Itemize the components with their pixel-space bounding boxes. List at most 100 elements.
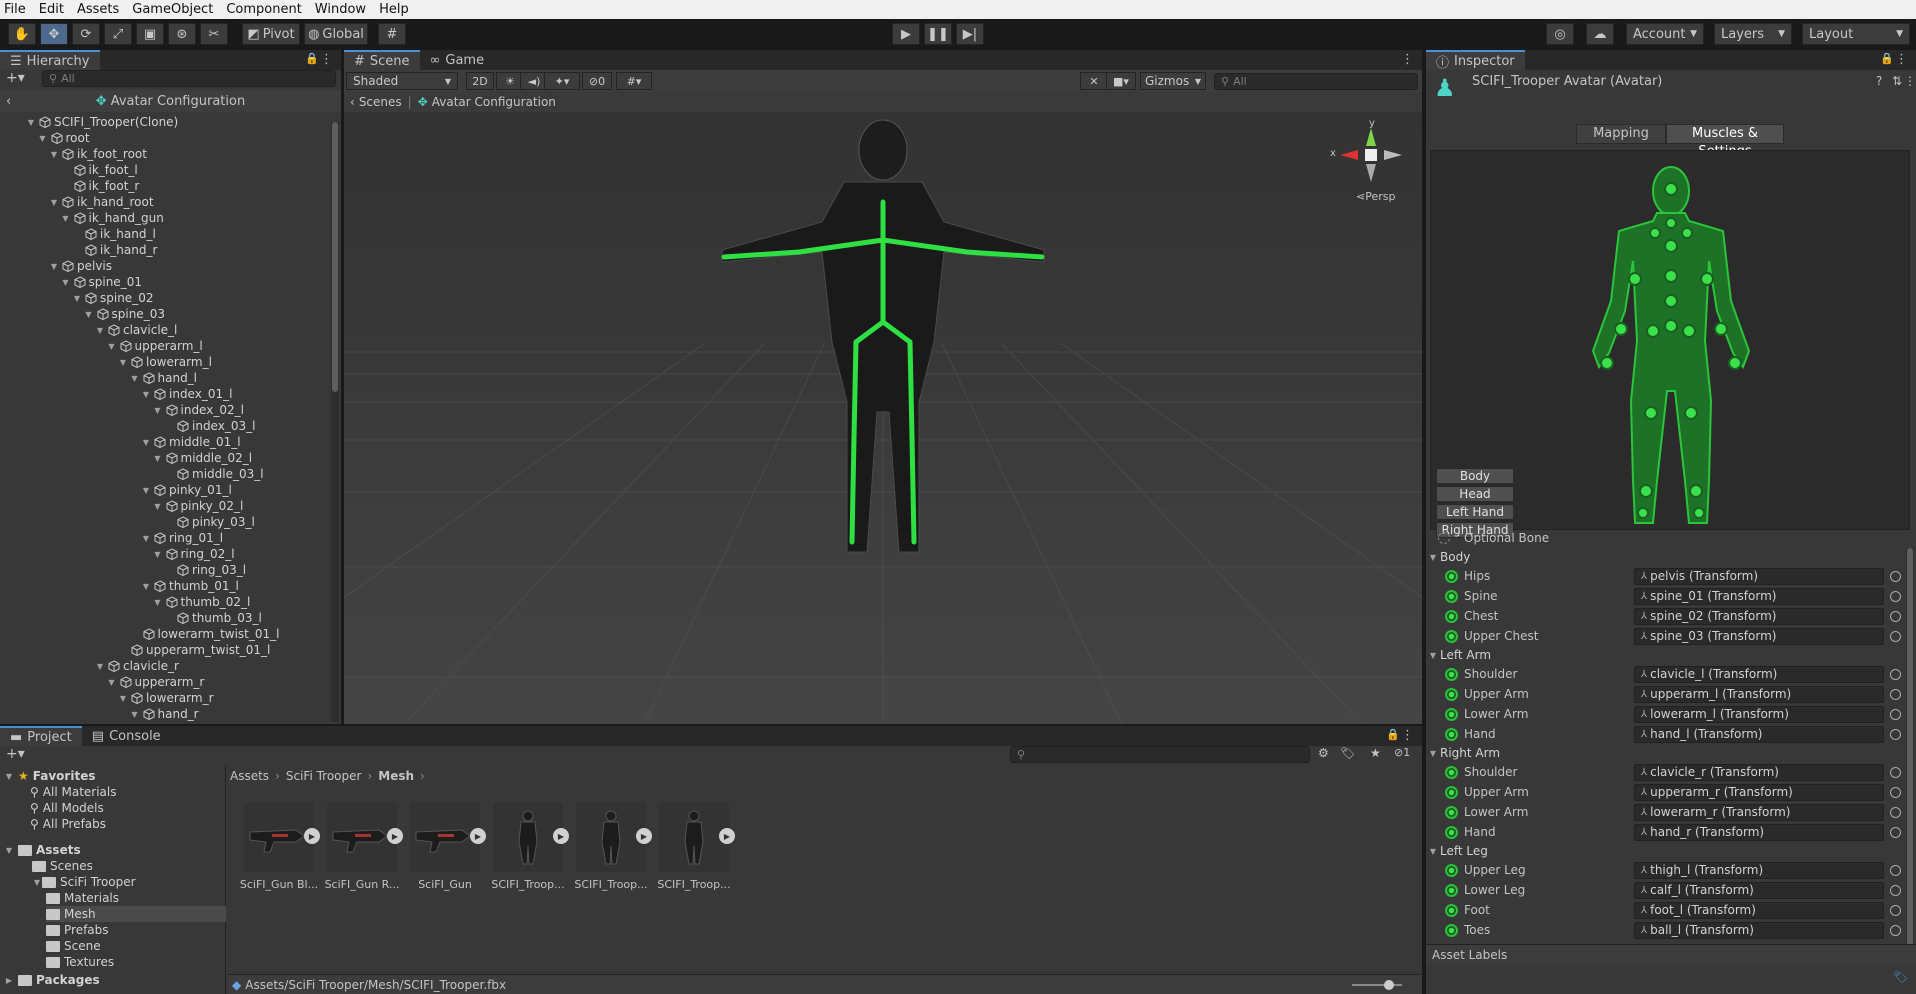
- hierarchy-item[interactable]: ▼ index_02_l: [153, 402, 244, 418]
- project-folder[interactable]: ▼ SciFi Trooper: [32, 874, 136, 890]
- object-picker-icon[interactable]: [1890, 806, 1901, 818]
- bone-transform-field[interactable]: ⅄ thigh_l (Transform): [1634, 861, 1884, 879]
- scene-viewport[interactable]: y x ⋖Persp: [344, 112, 1422, 724]
- hierarchy-item[interactable]: ▼ hand_r: [130, 706, 198, 722]
- menu-component[interactable]: Component: [226, 2, 301, 17]
- more-options-icon[interactable]: ⋮: [1895, 52, 1908, 67]
- hierarchy-item[interactable]: ▼ ring_02_l: [153, 546, 234, 562]
- object-picker-icon[interactable]: [1890, 610, 1901, 622]
- shading-mode-dropdown[interactable]: Shaded ▼: [346, 72, 458, 90]
- bone-status-icon[interactable]: [1445, 805, 1458, 819]
- 2d-toggle[interactable]: 2D: [466, 72, 494, 90]
- hierarchy-item[interactable]: middle_03_l: [164, 466, 264, 482]
- object-picker-icon[interactable]: [1890, 864, 1901, 876]
- cloud-button[interactable]: ☁: [1586, 23, 1614, 45]
- hierarchy-search-input[interactable]: ⚲ All: [42, 70, 336, 87]
- hierarchy-item[interactable]: ▼ clavicle_r: [95, 658, 179, 674]
- tab-console[interactable]: ▤ Console: [82, 726, 171, 746]
- breadcrumb-mesh[interactable]: Mesh: [378, 769, 414, 783]
- bone-transform-field[interactable]: ⅄ spine_02 (Transform): [1634, 607, 1884, 625]
- tab-game[interactable]: ∞ Game: [420, 50, 495, 70]
- object-picker-icon[interactable]: [1890, 668, 1901, 680]
- grid-toggle[interactable]: #▾: [616, 72, 652, 90]
- scale-tool-button[interactable]: ⤢: [104, 23, 132, 45]
- hierarchy-item[interactable]: ring_03_l: [164, 562, 246, 578]
- move-tool-button[interactable]: ✥: [40, 23, 68, 45]
- expand-asset-icon[interactable]: ▶: [387, 828, 403, 844]
- tab-mapping[interactable]: Mapping: [1576, 124, 1666, 144]
- expand-asset-icon[interactable]: ▶: [553, 828, 569, 844]
- expand-arrow-icon[interactable]: ▼: [130, 710, 140, 719]
- tab-hierarchy[interactable]: ☰ Hierarchy: [0, 50, 100, 70]
- hierarchy-item[interactable]: ▼ spine_02: [72, 290, 154, 306]
- bone-status-icon[interactable]: [1445, 883, 1458, 897]
- expand-asset-icon[interactable]: ▶: [719, 828, 735, 844]
- hierarchy-item[interactable]: ▼ hand_l: [130, 370, 197, 386]
- project-search-input[interactable]: ⚲: [1010, 746, 1310, 763]
- hierarchy-item[interactable]: ik_hand_l: [72, 226, 156, 242]
- collapse-arrow-icon[interactable]: ▶: [4, 976, 14, 985]
- lock-icon[interactable]: 🔒: [1386, 728, 1400, 741]
- project-folder[interactable]: Mesh: [46, 906, 226, 922]
- lock-icon[interactable]: 🔒: [1880, 52, 1894, 65]
- grid-snap-button[interactable]: #: [378, 23, 406, 45]
- global-toggle[interactable]: ◍ Global: [304, 23, 368, 45]
- hierarchy-item[interactable]: ▼ thumb_02_l: [153, 594, 250, 610]
- part-button-head[interactable]: Head: [1436, 486, 1514, 502]
- rotate-tool-button[interactable]: ⟳: [72, 23, 100, 45]
- hierarchy-item[interactable]: lowerarm_twist_01_l: [130, 626, 280, 642]
- asset-thumbnail[interactable]: ▶: [576, 802, 652, 872]
- expand-arrow-icon[interactable]: ▼: [84, 310, 94, 319]
- more-options-icon[interactable]: ⋮: [1401, 52, 1414, 67]
- collab-button[interactable]: ◎: [1546, 23, 1574, 45]
- filter-by-type-icon[interactable]: ⚙: [1318, 746, 1329, 760]
- hierarchy-item[interactable]: ▼ ring_01_l: [141, 530, 223, 546]
- bone-transform-field[interactable]: ⅄ upperarm_r (Transform): [1634, 783, 1884, 801]
- expand-arrow-icon[interactable]: ▼: [72, 294, 82, 303]
- bone-status-icon[interactable]: [1445, 727, 1458, 741]
- object-picker-icon[interactable]: [1890, 688, 1901, 700]
- hierarchy-item[interactable]: ▼ SCIFI_Trooper(Clone): [26, 114, 178, 130]
- object-picker-icon[interactable]: [1890, 708, 1901, 720]
- hierarchy-item[interactable]: ▼ pelvis: [49, 258, 112, 274]
- expand-arrow-icon[interactable]: ▼: [4, 846, 14, 855]
- bone-transform-field[interactable]: ⅄ clavicle_l (Transform): [1634, 665, 1884, 683]
- expand-arrow-icon[interactable]: ▼: [1428, 553, 1438, 562]
- expand-arrow-icon[interactable]: ▼: [49, 198, 59, 207]
- expand-arrow-icon[interactable]: ▼: [141, 486, 151, 495]
- object-picker-icon[interactable]: [1890, 590, 1901, 602]
- help-icon[interactable]: ?: [1876, 74, 1882, 88]
- bone-status-icon[interactable]: [1445, 589, 1458, 603]
- menu-gameobject[interactable]: GameObject: [132, 2, 213, 17]
- expand-asset-icon[interactable]: ▶: [470, 828, 486, 844]
- account-dropdown[interactable]: Account ▼: [1626, 23, 1704, 45]
- expand-arrow-icon[interactable]: ▼: [130, 374, 140, 383]
- tools-toggle[interactable]: ✕: [1080, 72, 1108, 90]
- tab-inspector[interactable]: ⓘ Inspector: [1426, 50, 1525, 71]
- expand-arrow-icon[interactable]: ▼: [61, 278, 71, 287]
- breadcrumb-scenes[interactable]: Scenes: [359, 95, 402, 109]
- bone-transform-field[interactable]: ⅄ foot_l (Transform): [1634, 901, 1884, 919]
- favorites-header[interactable]: ▼ ★ Favorites: [4, 768, 96, 784]
- expand-arrow-icon[interactable]: ▼: [141, 534, 151, 543]
- expand-arrow-icon[interactable]: ▼: [38, 134, 48, 143]
- breadcrumb-scifi-trooper[interactable]: SciFi Trooper: [286, 769, 362, 783]
- tab-muscles-settings[interactable]: Muscles & Settings: [1666, 124, 1784, 159]
- scrollbar-thumb[interactable]: [332, 122, 338, 392]
- bone-group-header[interactable]: ▼ Right Arm: [1426, 744, 1500, 762]
- bone-transform-field[interactable]: ⅄ clavicle_r (Transform): [1634, 763, 1884, 781]
- hierarchy-item[interactable]: ▼ thumb_01_l: [141, 578, 239, 594]
- asset-thumbnail[interactable]: ▶: [244, 802, 320, 872]
- favorite-item[interactable]: ⚲ All Models: [30, 800, 104, 816]
- project-folder[interactable]: Scene: [46, 938, 101, 954]
- hierarchy-item[interactable]: ▼ middle_02_l: [153, 450, 252, 466]
- menu-file[interactable]: File: [4, 2, 26, 17]
- project-folder[interactable]: Scenes: [32, 858, 93, 874]
- bone-status-icon[interactable]: [1445, 629, 1458, 643]
- bone-transform-field[interactable]: ⅄ pelvis (Transform): [1634, 567, 1884, 585]
- bone-status-icon[interactable]: [1445, 825, 1458, 839]
- scrollbar-thumb[interactable]: [1907, 548, 1913, 968]
- hidden-packages-toggle[interactable]: ⊘1: [1394, 746, 1410, 759]
- project-folder[interactable]: Materials: [46, 890, 119, 906]
- expand-arrow-icon[interactable]: ▼: [61, 214, 71, 223]
